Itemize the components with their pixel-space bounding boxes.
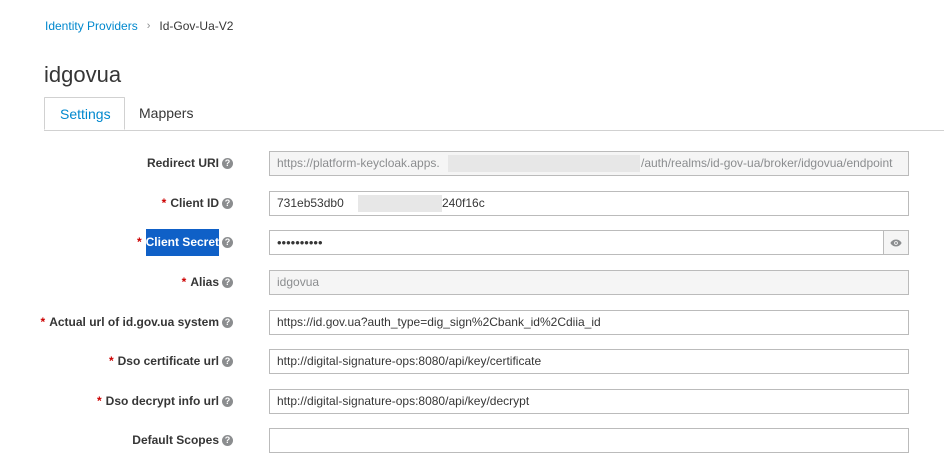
redirect-uri-suffix: /auth/realms/id-gov-ua/broker/idgovua/en…	[641, 156, 893, 170]
actual-url-input[interactable]: https://id.gov.ua?auth_type=dig_sign%2Cb…	[269, 310, 909, 335]
eye-icon	[890, 239, 902, 246]
question-circle-icon[interactable]: ?	[222, 317, 233, 328]
dso-certificate-url-label: * Dso certificate url ?	[109, 349, 233, 374]
alias-field[interactable]: idgovua	[269, 270, 909, 295]
redacted-block	[448, 155, 640, 172]
redacted-block	[358, 195, 442, 212]
actual-url-label: * Actual url of id.gov.ua system ?	[41, 310, 233, 335]
question-circle-icon[interactable]: ?	[222, 198, 233, 209]
question-circle-icon[interactable]: ?	[222, 356, 233, 367]
tab-settings[interactable]: Settings	[44, 97, 125, 130]
default-scopes-input[interactable]	[269, 428, 909, 453]
question-circle-icon[interactable]: ?	[222, 435, 233, 446]
client-id-prefix: 731eb53db0	[277, 196, 344, 210]
redirect-uri-field[interactable]: https://platform-keycloak.apps. /auth/re…	[269, 151, 909, 176]
client-secret-label: * Client Secret ?	[136, 229, 233, 256]
required-marker: *	[161, 196, 167, 210]
question-circle-icon[interactable]: ?	[222, 396, 233, 407]
form-row-default-scopes: Default Scopes ?	[0, 428, 944, 453]
form-row-redirect-uri: Redirect URI ? https://platform-keycloak…	[0, 151, 944, 176]
client-secret-input[interactable]: ••••••••••	[269, 230, 909, 255]
client-id-suffix: 240f16c	[442, 196, 485, 210]
form-row-dso-decrypt-info-url: * Dso decrypt info url ? http://digital-…	[0, 389, 944, 414]
client-secret-value: ••••••••••	[277, 235, 323, 250]
required-marker: *	[40, 315, 46, 329]
breadcrumb-separator: ›	[146, 20, 151, 32]
default-scopes-label: Default Scopes ?	[132, 428, 233, 453]
required-marker: *	[96, 394, 102, 408]
page-title: idgovua	[44, 62, 122, 87]
form-row-actual-url: * Actual url of id.gov.ua system ? https…	[0, 310, 944, 335]
client-id-label: * Client ID ?	[162, 191, 233, 216]
breadcrumb-identity-providers-link[interactable]: Identity Providers	[45, 19, 138, 33]
tab-bar: Settings Mappers	[44, 97, 944, 131]
redirect-uri-label: Redirect URI ?	[147, 151, 233, 176]
required-marker: *	[181, 275, 187, 289]
required-marker: *	[136, 235, 142, 249]
form-row-dso-certificate-url: * Dso certificate url ? http://digital-s…	[0, 349, 944, 374]
dso-certificate-url-input[interactable]: http://digital-signature-ops:8080/api/ke…	[269, 349, 909, 374]
dso-decrypt-info-url-input[interactable]: http://digital-signature-ops:8080/api/ke…	[269, 389, 909, 414]
dso-decrypt-info-url-label: * Dso decrypt info url ?	[97, 389, 233, 414]
redirect-uri-prefix: https://platform-keycloak.apps.	[277, 156, 440, 170]
alias-label: * Alias ?	[182, 270, 233, 295]
tab-mappers[interactable]: Mappers	[125, 97, 208, 130]
form-row-client-secret: * Client Secret ? ••••••••••	[0, 229, 944, 256]
question-circle-icon[interactable]: ?	[222, 277, 233, 288]
reveal-secret-button[interactable]	[883, 231, 908, 254]
client-id-input[interactable]: 731eb53db0 240f16c	[269, 191, 909, 216]
required-marker: *	[108, 354, 114, 368]
question-circle-icon[interactable]: ?	[222, 237, 233, 248]
breadcrumb: Identity Providers › Id-Gov-Ua-V2	[45, 19, 233, 33]
question-circle-icon[interactable]: ?	[222, 158, 233, 169]
form-row-client-id: * Client ID ? 731eb53db0 240f16c	[0, 191, 944, 216]
form-row-alias: * Alias ? idgovua	[0, 270, 944, 295]
breadcrumb-current: Id-Gov-Ua-V2	[159, 19, 234, 33]
